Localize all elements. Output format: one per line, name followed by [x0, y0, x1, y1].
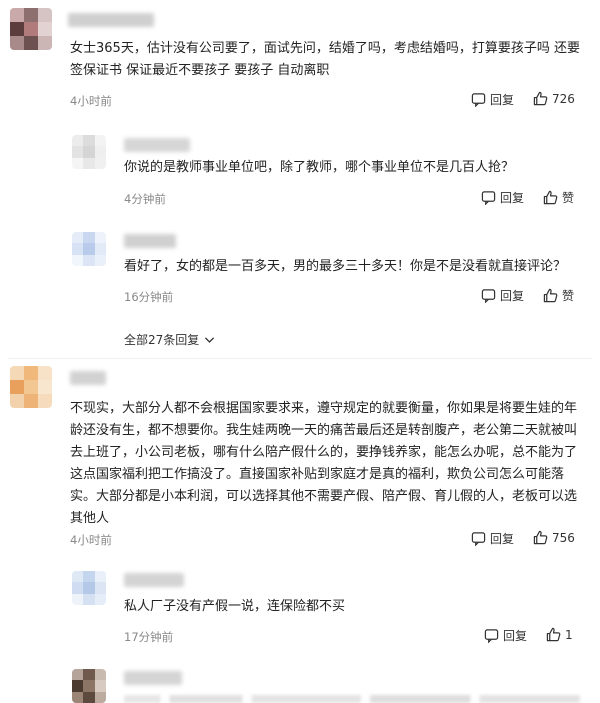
- username[interactable]: [124, 573, 184, 587]
- username[interactable]: [124, 671, 182, 685]
- like-button[interactable]: 赞: [543, 287, 574, 304]
- avatar[interactable]: [10, 366, 52, 408]
- thumbs-up-icon: [546, 627, 561, 642]
- reply-button[interactable]: 回复: [471, 530, 514, 547]
- comment-icon: [484, 629, 499, 643]
- comment-icon: [471, 532, 486, 546]
- like-label: 赞: [562, 191, 575, 205]
- expand-replies-button[interactable]: 全部27条回复: [124, 331, 216, 348]
- avatar[interactable]: [10, 8, 52, 50]
- reply-label: 回复: [503, 629, 528, 643]
- comment-text: 女士365天，估计没有公司要了，面试先问，结婚了吗，考虑结婚吗，打算要孩子吗 还…: [70, 41, 580, 78]
- thumbs-up-icon: [533, 91, 548, 106]
- reply-button[interactable]: 回复: [481, 287, 524, 304]
- expand-replies-label: 全部27条回复: [124, 333, 200, 347]
- like-button[interactable]: 1: [546, 627, 573, 642]
- username[interactable]: [124, 138, 190, 152]
- like-count: 726: [552, 91, 575, 106]
- like-count: 1: [565, 627, 573, 642]
- username[interactable]: [70, 371, 106, 385]
- reply-button[interactable]: 回复: [481, 189, 524, 206]
- username[interactable]: [68, 13, 154, 27]
- comment-time: 4小时前: [70, 94, 112, 108]
- reply-text: 私人厂子没有产假一说，连保险都不买: [124, 599, 346, 614]
- reply-label: 回复: [500, 289, 525, 303]
- comment-time: 4小时前: [70, 533, 112, 547]
- like-count: 756: [552, 530, 575, 545]
- comment-icon: [481, 191, 496, 205]
- like-button[interactable]: 赞: [543, 189, 574, 206]
- avatar[interactable]: [72, 571, 106, 605]
- thumbs-up-icon: [543, 288, 558, 303]
- avatar[interactable]: [72, 232, 106, 266]
- reply-text: 你说的是教师事业单位吧，除了教师，哪个事业单位不是几百人抢？: [124, 160, 515, 175]
- like-label: 赞: [562, 289, 575, 303]
- chevron-down-icon: [205, 337, 215, 343]
- username[interactable]: [124, 234, 176, 248]
- blurred-text: [124, 695, 580, 703]
- avatar[interactable]: [72, 135, 106, 169]
- reply-label: 回复: [500, 191, 525, 205]
- like-button[interactable]: 756: [533, 530, 575, 545]
- reply-time: 16分钟前: [124, 290, 174, 304]
- reply-time: 4分钟前: [124, 192, 166, 206]
- reply-text: 看好了，女的都是一百多天，男的最多三十多天！你是不是没看就直接评论？: [124, 259, 567, 274]
- comment-icon: [471, 93, 486, 107]
- reply-label: 回复: [490, 93, 515, 107]
- reply-button[interactable]: 回复: [484, 627, 527, 644]
- avatar[interactable]: [72, 669, 106, 703]
- reply-label: 回复: [490, 532, 515, 546]
- like-button[interactable]: 726: [533, 91, 575, 106]
- reply-button[interactable]: 回复: [471, 91, 514, 108]
- thumbs-up-icon: [543, 190, 558, 205]
- thumbs-up-icon: [533, 530, 548, 545]
- reply-time: 17分钟前: [124, 630, 174, 644]
- comment-text: 不现实，大部分人都不会根据国家要求来，遵守规定的就要衡量，你如果是将要生娃的年龄…: [70, 401, 578, 526]
- comment-icon: [481, 289, 496, 303]
- divider: [8, 358, 592, 359]
